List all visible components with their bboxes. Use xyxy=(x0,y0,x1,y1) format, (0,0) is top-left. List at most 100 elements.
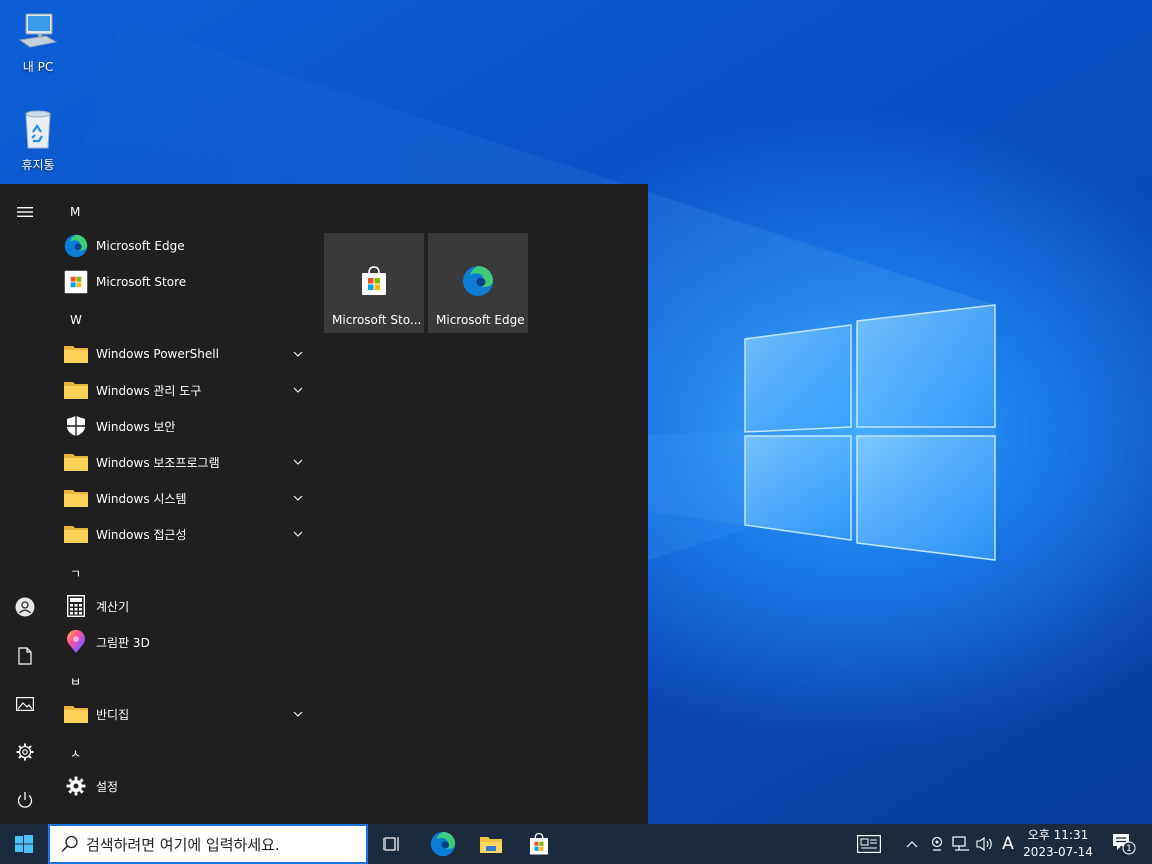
action-center-button[interactable]: 1 xyxy=(1104,824,1144,864)
gear-icon xyxy=(64,774,88,798)
chevron-down-icon[interactable] xyxy=(290,454,306,470)
paint3d-icon xyxy=(64,630,88,654)
pictures-icon xyxy=(16,697,34,711)
desktop-icon-label: 휴지통 xyxy=(21,158,55,172)
chevron-down-icon[interactable] xyxy=(290,706,306,722)
desktop-icon-this-pc[interactable]: 내 PC xyxy=(0,10,76,75)
taskbar-edge-button[interactable] xyxy=(422,824,464,864)
settings-icon xyxy=(16,743,34,761)
chevron-down-icon[interactable] xyxy=(290,526,306,542)
start-menu-rail xyxy=(0,184,50,824)
search-placeholder: 검색하려면 여기에 입력하세요. xyxy=(86,835,280,854)
speaker-icon xyxy=(976,837,992,851)
tile-microsoft-edge[interactable]: Microsoft Edge xyxy=(428,233,528,333)
clock[interactable]: 오후 11:31 2023-07-14 xyxy=(1020,827,1096,861)
app-item-label: 설정 xyxy=(96,779,119,794)
hamburger-menu-icon xyxy=(17,207,33,217)
clock-date: 2023-07-14 xyxy=(1023,845,1093,859)
app-item-label: Windows 접근성 xyxy=(96,527,187,542)
ime-indicator[interactable]: A xyxy=(998,824,1018,864)
computer-icon xyxy=(18,13,58,48)
app-item-label: 그림판 3D xyxy=(96,635,150,650)
tile-microsoft-store[interactable]: Microsoft Sto... xyxy=(324,233,424,333)
news-widget-button[interactable] xyxy=(852,824,886,864)
section-header[interactable]: W xyxy=(70,313,82,327)
app-item-label: Microsoft Edge xyxy=(96,239,185,253)
webcam-icon xyxy=(931,836,943,851)
app-item-계산기[interactable]: 계산기 xyxy=(60,589,310,623)
start-button[interactable] xyxy=(0,824,48,864)
folder-icon xyxy=(64,342,88,366)
app-item-windows-보조프로그램[interactable]: Windows 보조프로그램 xyxy=(60,445,310,479)
task-view-button[interactable] xyxy=(372,824,412,864)
app-item-label: Windows PowerShell xyxy=(96,347,219,361)
documents-button[interactable] xyxy=(0,636,50,676)
app-item-label: Windows 보조프로그램 xyxy=(96,455,220,470)
app-item-label: 계산기 xyxy=(96,599,130,614)
app-item-windows-시스템[interactable]: Windows 시스템 xyxy=(60,481,310,515)
tile-label: Microsoft Sto... xyxy=(332,313,420,327)
app-item-windows-powershell[interactable]: Windows PowerShell xyxy=(60,337,310,371)
start-menu: M Microsoft Edge Microsoft Store W Windows P… xyxy=(0,184,648,824)
app-item-반디집[interactable]: 반디집 xyxy=(60,697,310,731)
chevron-up-icon xyxy=(906,841,918,848)
section-header[interactable]: ㅂ xyxy=(70,673,81,690)
user-icon xyxy=(15,597,35,617)
power-button[interactable] xyxy=(0,780,50,820)
chevron-down-icon[interactable] xyxy=(290,346,306,362)
folder-icon xyxy=(64,450,88,474)
folder-icon xyxy=(64,378,88,402)
documents-icon xyxy=(18,647,32,665)
shield-icon xyxy=(64,414,88,438)
calculator-icon xyxy=(64,594,88,618)
pictures-button[interactable] xyxy=(0,684,50,724)
chevron-down-icon[interactable] xyxy=(290,382,306,398)
app-item-windows-보안[interactable]: Windows 보안 xyxy=(60,409,310,443)
edge-icon xyxy=(430,831,456,857)
app-item-windows-관리-도구[interactable]: Windows 관리 도구 xyxy=(60,373,310,407)
power-icon xyxy=(17,792,33,808)
tile-label: Microsoft Edge xyxy=(436,313,524,327)
app-item-microsoft-store[interactable]: Microsoft Store xyxy=(60,265,310,299)
desktop-icon-recycle-bin[interactable]: 휴지통 xyxy=(0,108,76,173)
volume-tray-button[interactable] xyxy=(974,824,996,864)
settings-button[interactable] xyxy=(0,732,50,772)
search-icon xyxy=(61,835,78,853)
search-box[interactable]: 검색하려면 여기에 입력하세요. xyxy=(48,824,368,864)
edge-icon xyxy=(64,234,88,258)
taskbar-store-button[interactable] xyxy=(518,824,560,864)
app-item-microsoft-edge[interactable]: Microsoft Edge xyxy=(60,229,310,263)
section-header[interactable]: M xyxy=(70,205,80,219)
section-header[interactable]: ㄱ xyxy=(70,565,81,582)
user-account-button[interactable] xyxy=(0,587,50,627)
clock-time: 오후 11:31 xyxy=(1027,828,1089,842)
folder-icon xyxy=(64,702,88,726)
section-header[interactable]: ㅅ xyxy=(70,745,81,762)
expand-menu-button[interactable] xyxy=(0,192,50,232)
windows-logo-icon xyxy=(15,835,33,853)
desktop-icon-label: 내 PC xyxy=(22,60,54,74)
folder-icon xyxy=(64,486,88,510)
app-item-label: 반디집 xyxy=(96,707,130,722)
app-item-label: Windows 관리 도구 xyxy=(96,383,202,398)
store-icon xyxy=(530,832,548,855)
network-icon xyxy=(952,836,969,851)
taskbar: 검색하려면 여기에 입력하세요. A 오후 11:31 2023-07-14 1 xyxy=(0,824,1152,864)
folder-icon xyxy=(64,522,88,546)
app-item-windows-접근성[interactable]: Windows 접근성 xyxy=(60,517,310,551)
task-view-icon xyxy=(383,837,399,851)
app-item-label: Windows 시스템 xyxy=(96,491,187,506)
edge-icon xyxy=(463,266,493,296)
app-item-설정[interactable]: 설정 xyxy=(60,769,310,803)
show-hidden-icons-button[interactable] xyxy=(902,824,922,864)
webcam-tray-button[interactable] xyxy=(926,824,948,864)
taskbar-file-explorer-button[interactable] xyxy=(470,824,512,864)
app-item-그림판-3d[interactable]: 그림판 3D xyxy=(60,625,310,659)
store-icon xyxy=(362,266,386,295)
app-item-label: Windows 보안 xyxy=(96,419,176,434)
store-icon xyxy=(64,270,88,294)
network-tray-button[interactable] xyxy=(950,824,972,864)
recycle-bin-icon xyxy=(25,110,51,149)
app-item-label: Microsoft Store xyxy=(96,275,187,289)
chevron-down-icon[interactable] xyxy=(290,490,306,506)
